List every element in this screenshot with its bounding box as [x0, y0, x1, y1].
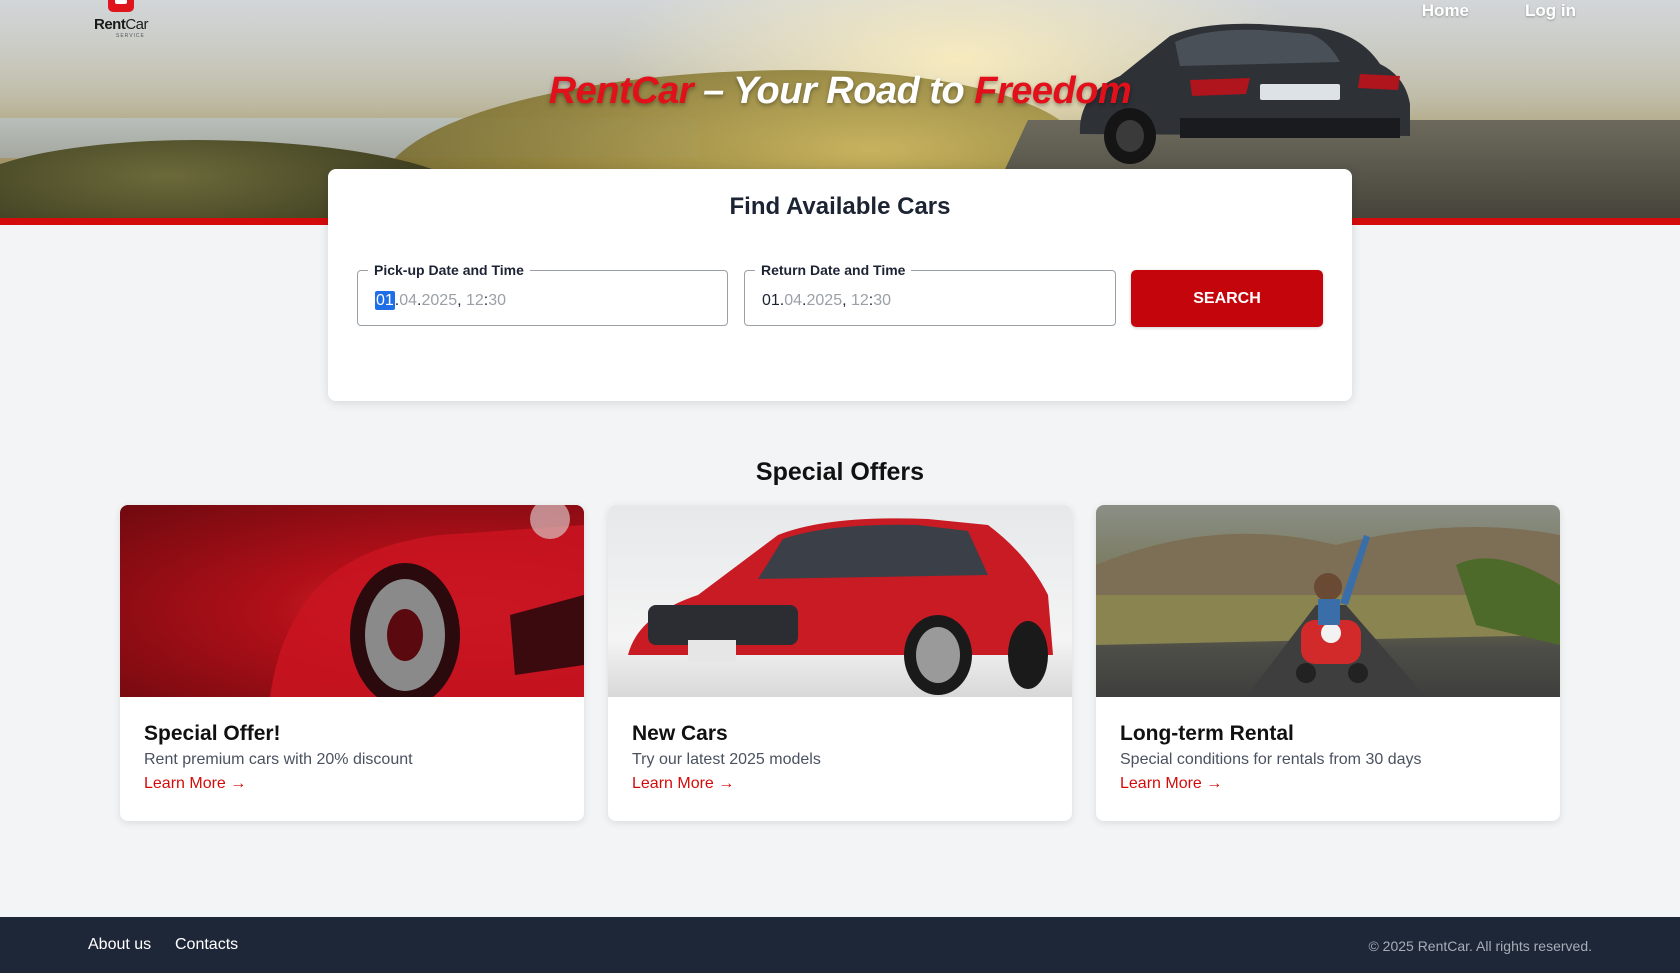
footer-contacts-link[interactable]: Contacts — [175, 936, 238, 954]
pickup-datetime-value[interactable]: 01.04.2025, 12:30 — [375, 291, 506, 310]
top-nav: Home Log in — [1422, 0, 1576, 22]
learn-more-link[interactable]: Learn More → — [1120, 773, 1222, 795]
special-offers-heading: Special Offers — [755, 458, 925, 486]
logo-text: RentCar — [94, 16, 149, 33]
card-title: Special Offer! — [144, 722, 281, 745]
search-card: Find Available Cars Pick-up Date and Tim… — [328, 169, 1352, 401]
red-sedan-image — [608, 505, 1072, 697]
offer-card-long-term[interactable]: Long-term Rental Special conditions for … — [1096, 505, 1560, 821]
footer-about-link[interactable]: About us — [88, 936, 151, 954]
learn-more-link[interactable]: Learn More → — [144, 773, 246, 795]
nav-home-link[interactable]: Home — [1422, 0, 1469, 22]
learn-more-link[interactable]: Learn More → — [632, 773, 734, 795]
card-body: Special Offer! Rent premium cars with 20… — [144, 721, 564, 795]
card-body: Long-term Rental Special conditions for … — [1120, 721, 1540, 795]
footer: About us Contacts © 2025 RentCar. All ri… — [0, 917, 1680, 973]
search-button[interactable]: SEARCH — [1131, 270, 1323, 327]
card-title: Long-term Rental — [1120, 722, 1294, 745]
offer-card-special[interactable]: Special Offer! Rent premium cars with 20… — [120, 505, 584, 821]
nav-login-link[interactable]: Log in — [1525, 0, 1576, 22]
red-sports-car-image — [120, 505, 584, 697]
offer-card-new-cars[interactable]: New Cars Try our latest 2025 models Lear… — [608, 505, 1072, 821]
copyright-text: © 2025 RentCar. All rights reserved. — [1368, 938, 1592, 954]
logo-subtext: SERVICE — [116, 33, 145, 39]
return-datetime-value[interactable]: 01.04.2025, 12:30 — [762, 292, 891, 310]
car-logo-icon — [108, 0, 134, 12]
card-body: New Cars Try our latest 2025 models Lear… — [632, 721, 1052, 795]
card-title: New Cars — [632, 722, 728, 745]
hero-title: RentCar – Your Road to Freedom — [548, 70, 1132, 112]
card-description: Rent premium cars with 20% discount — [144, 751, 413, 768]
pickup-datetime-field[interactable]: Pick-up Date and Time 01.04.2025, 12:30 — [357, 261, 728, 326]
kid-toy-car-image — [1096, 505, 1560, 697]
rentcar-logo[interactable]: RentCar SERVICE — [94, 0, 160, 39]
return-label: Return Date and Time — [755, 261, 912, 279]
card-description: Special conditions for rentals from 30 d… — [1120, 751, 1422, 768]
search-title: Find Available Cars — [729, 193, 951, 220]
return-datetime-field[interactable]: Return Date and Time 01.04.2025, 12:30 — [744, 261, 1116, 326]
card-description: Try our latest 2025 models — [632, 751, 821, 768]
pickup-label: Pick-up Date and Time — [368, 261, 530, 279]
